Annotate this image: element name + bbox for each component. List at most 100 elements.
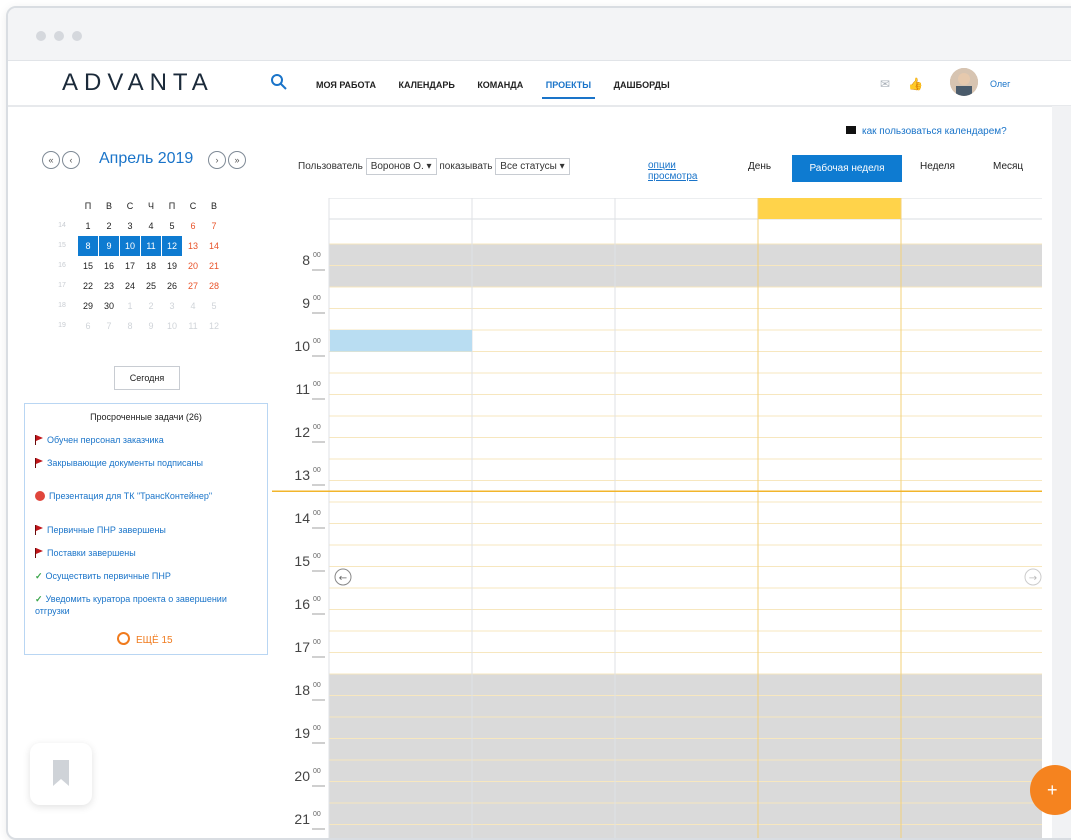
mini-day[interactable]: 27: [183, 276, 203, 296]
task-item[interactable]: Первичные ПНР завершены: [35, 524, 263, 536]
view-workweek-button[interactable]: Рабочая неделя: [792, 155, 902, 182]
status-select[interactable]: Все статусы ▾: [495, 158, 570, 175]
mini-day[interactable]: 8: [120, 316, 140, 336]
mini-day[interactable]: 12: [162, 236, 182, 256]
schedule-grid[interactable]: 8 009 0010 0011 0012 0013 0014 0015 0016 0017 0018…: [272, 198, 1042, 838]
next-year-button[interactable]: »: [228, 151, 246, 169]
hour-label: 10: [294, 338, 310, 354]
prev-month-button[interactable]: ‹: [62, 151, 80, 169]
prev-year-button[interactable]: «: [42, 151, 60, 169]
mini-day[interactable]: 30: [99, 296, 119, 316]
mini-day[interactable]: 14: [204, 236, 224, 256]
today-header: [758, 198, 901, 219]
nav-team[interactable]: КОМАНДА: [477, 80, 523, 90]
mini-day[interactable]: 10: [120, 236, 140, 256]
mini-day[interactable]: 1: [78, 216, 98, 236]
mini-week-row: 17 22 23 24 25 26 27 28: [58, 276, 250, 296]
minute-label: 00: [313, 811, 321, 818]
mini-day[interactable]: 7: [204, 216, 224, 236]
mini-day[interactable]: 3: [120, 216, 140, 236]
task-item[interactable]: Закрывающие документы подписаны: [35, 457, 263, 469]
minute-label: 00: [313, 338, 321, 345]
mini-day[interactable]: 19: [162, 256, 182, 276]
hour-label: 13: [294, 467, 310, 483]
mini-day[interactable]: 2: [141, 296, 161, 316]
week-number: 15: [58, 242, 66, 249]
avatar[interactable]: [950, 68, 978, 96]
task-item[interactable]: Обучен персонал заказчика: [35, 434, 263, 446]
hour-label: 16: [294, 596, 310, 612]
mini-day[interactable]: 10: [162, 316, 182, 336]
task-item[interactable]: ✓ Уведомить куратора проекта о завершении…: [35, 593, 263, 617]
logo: ADVANTA: [62, 69, 214, 97]
mini-day[interactable]: 29: [78, 296, 98, 316]
task-item[interactable]: Поставки завершены: [35, 547, 263, 559]
mini-day[interactable]: 4: [141, 216, 161, 236]
mini-day[interactable]: 5: [162, 216, 182, 236]
mini-day[interactable]: 26: [162, 276, 182, 296]
mini-day[interactable]: 21: [204, 256, 224, 276]
mail-icon[interactable]: ✉: [880, 77, 890, 91]
view-week-button[interactable]: Неделя: [920, 161, 955, 172]
view-options-link[interactable]: опции просмотра: [648, 160, 712, 182]
mini-day[interactable]: 18: [141, 256, 161, 276]
weekday-label: П: [168, 201, 176, 211]
bookmark-button[interactable]: [30, 743, 92, 805]
task-label: Закрывающие документы подписаны: [47, 458, 203, 468]
mini-day[interactable]: 8: [78, 236, 98, 256]
mini-day[interactable]: 4: [183, 296, 203, 316]
mini-day[interactable]: 28: [204, 276, 224, 296]
mini-day[interactable]: 23: [99, 276, 119, 296]
flag-icon: [35, 525, 43, 535]
mini-day[interactable]: 7: [99, 316, 119, 336]
mini-day[interactable]: 3: [162, 296, 182, 316]
mini-day[interactable]: 20: [183, 256, 203, 276]
mini-day[interactable]: 6: [78, 316, 98, 336]
mini-day[interactable]: 5: [204, 296, 224, 316]
user-name[interactable]: Олег: [990, 79, 1010, 89]
window-dot-2: [54, 31, 64, 41]
search-icon[interactable]: [270, 73, 288, 91]
mini-day[interactable]: 6: [183, 216, 203, 236]
mini-day[interactable]: 11: [141, 236, 161, 256]
mini-day[interactable]: 17: [120, 256, 140, 276]
view-month-button[interactable]: Месяц: [993, 161, 1023, 172]
nav-dashboards[interactable]: ДАШБОРДЫ: [614, 80, 670, 90]
hour-label: 9: [302, 295, 310, 311]
mini-day[interactable]: 22: [78, 276, 98, 296]
nav-projects[interactable]: ПРОЕКТЫ: [546, 80, 591, 90]
mini-day[interactable]: 9: [141, 316, 161, 336]
mini-day[interactable]: 11: [183, 316, 203, 336]
user-select[interactable]: Воронов О. ▾: [365, 158, 437, 175]
app-window: ADVANTA МОЯ РАБОТА КАЛЕНДАРЬ КОМАНДА ПРО…: [6, 6, 1071, 840]
more-tasks-button[interactable]: ЕЩЁ 15: [117, 632, 173, 646]
mini-week-row: 16 15 16 17 18 19 20 21: [58, 256, 250, 276]
mini-day[interactable]: 2: [99, 216, 119, 236]
mini-day[interactable]: 25: [141, 276, 161, 296]
minute-label: 00: [313, 768, 321, 775]
month-title: Апрель 2019: [99, 150, 194, 167]
user-filter-label: Пользователь: [298, 161, 363, 172]
how-to-link[interactable]: как пользоваться календарем?: [846, 126, 1007, 137]
mini-day[interactable]: 13: [183, 236, 203, 256]
minute-label: 00: [313, 553, 321, 560]
month-nav: « ‹ Апрель 2019 › »: [42, 146, 262, 176]
today-button[interactable]: Сегодня: [114, 366, 180, 390]
stop-icon: [35, 491, 45, 501]
nav-my-work[interactable]: МОЯ РАБОТА: [316, 80, 376, 90]
hour-label: 19: [294, 725, 310, 741]
flag-icon: [35, 435, 43, 445]
weekday-label: С: [126, 201, 134, 211]
mini-day[interactable]: 12: [204, 316, 224, 336]
next-month-button[interactable]: ›: [208, 151, 226, 169]
mini-day[interactable]: 24: [120, 276, 140, 296]
task-item[interactable]: Презентация для ТК "ТрансКонтейнер": [35, 490, 263, 502]
mini-day[interactable]: 16: [99, 256, 119, 276]
view-day-button[interactable]: День: [748, 161, 771, 172]
mini-day[interactable]: 9: [99, 236, 119, 256]
task-item[interactable]: ✓ Осуществить первичные ПНР: [35, 570, 263, 582]
nav-calendar[interactable]: КАЛЕНДАРЬ: [398, 80, 454, 90]
mini-day[interactable]: 1: [120, 296, 140, 316]
mini-day[interactable]: 15: [78, 256, 98, 276]
like-icon[interactable]: 👍: [908, 77, 923, 91]
